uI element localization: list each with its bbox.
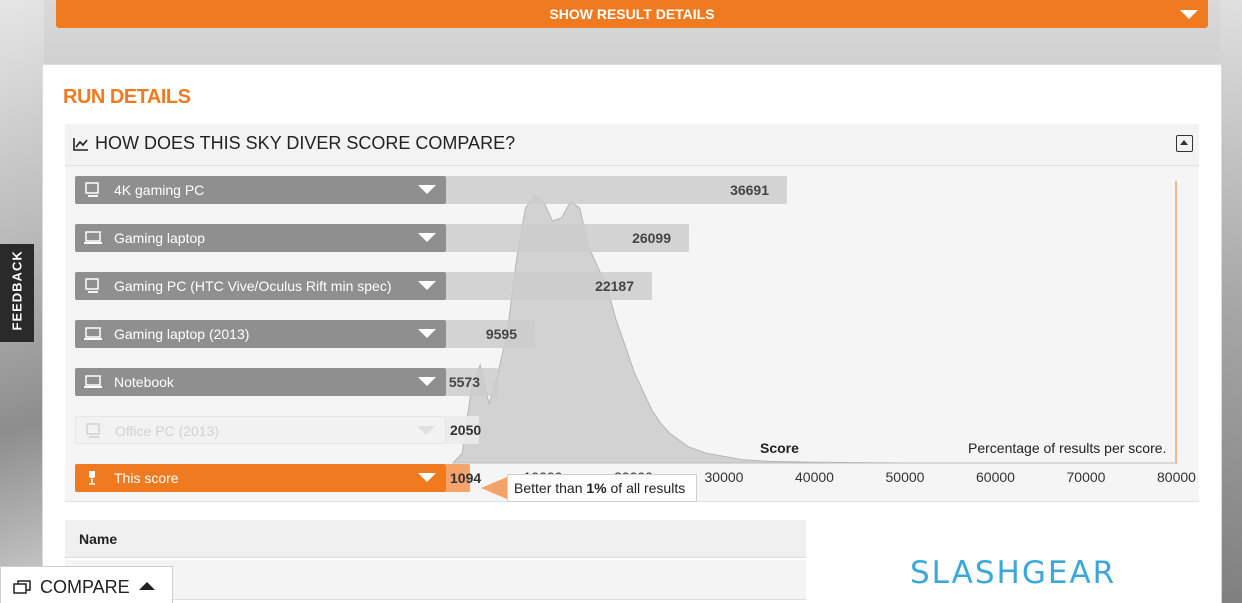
trophy-icon: [89, 471, 95, 485]
layers-icon: [13, 580, 31, 594]
compare-row-4-bar: 5573: [446, 368, 498, 396]
chevron-up-icon: [139, 582, 155, 590]
compare-row-3-selector[interactable]: Gaming laptop (2013): [75, 320, 446, 348]
compare-row-score: 1094: [450, 470, 482, 486]
compare-button[interactable]: COMPARE: [0, 566, 173, 603]
compare-row-1-selector[interactable]: Gaming laptop: [75, 224, 446, 252]
chevron-down-icon: [418, 329, 436, 338]
compare-row-6-selector[interactable]: This score: [75, 464, 446, 492]
laptop-icon: [84, 231, 102, 244]
x-tick-label: 70000: [1066, 469, 1106, 485]
compare-row-label: Gaming PC (HTC Vive/Oculus Rift min spec…: [114, 278, 392, 294]
chevron-down-icon: [418, 473, 436, 482]
compare-row-1-bar: 26099: [446, 224, 689, 252]
compare-row-label: Office PC (2013): [115, 423, 220, 439]
compare-row-label: Gaming laptop: [114, 230, 206, 246]
compare-row-score: 26099: [632, 230, 671, 246]
compare-row-label: 4K gaming PC: [114, 182, 205, 198]
feedback-tab[interactable]: FEEDBACK: [0, 244, 34, 342]
table-row: [65, 560, 806, 600]
x-tick-label: 80000: [1157, 469, 1196, 485]
x-tick-label: 60000: [976, 469, 1015, 485]
compare-row-6-bar: 1094: [446, 464, 481, 492]
compare-row-0-bar: 36691: [446, 176, 787, 204]
tooltip-percent: 1%: [586, 480, 607, 496]
compare-row-5-bar: 2050: [446, 416, 482, 444]
compare-row-label: Gaming laptop (2013): [114, 326, 250, 342]
tooltip-suffix: of all results: [606, 480, 686, 496]
x-tick-label: 40000: [795, 469, 834, 485]
score-axis-label: Score: [760, 440, 799, 456]
compare-row-2-bar: 22187: [446, 272, 652, 300]
desktop-icon: [85, 182, 99, 197]
desktop-icon: [85, 278, 99, 293]
compare-row-score: 36691: [730, 182, 769, 198]
compare-row-score: 2050: [450, 422, 482, 438]
tooltip-prefix: Better than: [514, 480, 587, 496]
compare-row-0-selector[interactable]: 4K gaming PC: [75, 176, 446, 204]
x-tick-label: 50000: [885, 469, 925, 485]
compare-row-5-selector[interactable]: Office PC (2013): [75, 416, 446, 444]
name-column-header: Name: [65, 520, 806, 558]
laptop-icon: [84, 327, 102, 340]
compare-row-score: 22187: [595, 278, 634, 294]
compare-row-score: 5573: [448, 374, 480, 390]
chevron-down-icon: [418, 377, 436, 386]
compare-button-label: COMPARE: [40, 577, 130, 597]
desktop-icon: [86, 423, 100, 438]
watermark-text: SLASHGEAR: [910, 555, 1117, 591]
laptop-icon: [84, 375, 102, 388]
chevron-down-icon: [418, 281, 436, 290]
percentage-label: Percentage of results per score.: [968, 440, 1167, 456]
slashgear-watermark: SLASHGEAR: [910, 555, 1116, 595]
compare-row-2-selector[interactable]: Gaming PC (HTC Vive/Oculus Rift min spec…: [75, 272, 446, 300]
feedback-label: FEEDBACK: [9, 250, 25, 331]
score-distribution-chart: [451, 181, 1177, 464]
chevron-down-icon: [417, 426, 435, 435]
compare-row-score: 9595: [485, 326, 517, 342]
compare-row-4-selector[interactable]: Notebook: [75, 368, 446, 396]
compare-row-3-bar: 9595: [446, 320, 535, 348]
better-than-tooltip: Better than 1% of all results: [507, 474, 697, 502]
name-header-label: Name: [79, 531, 118, 547]
chevron-down-icon: [418, 185, 436, 194]
compare-row-label: This score: [114, 470, 179, 486]
chevron-down-icon: [418, 233, 436, 242]
compare-row-label: Notebook: [114, 374, 174, 390]
tooltip-arrow: [481, 477, 507, 499]
x-tick-label: 30000: [704, 469, 744, 485]
